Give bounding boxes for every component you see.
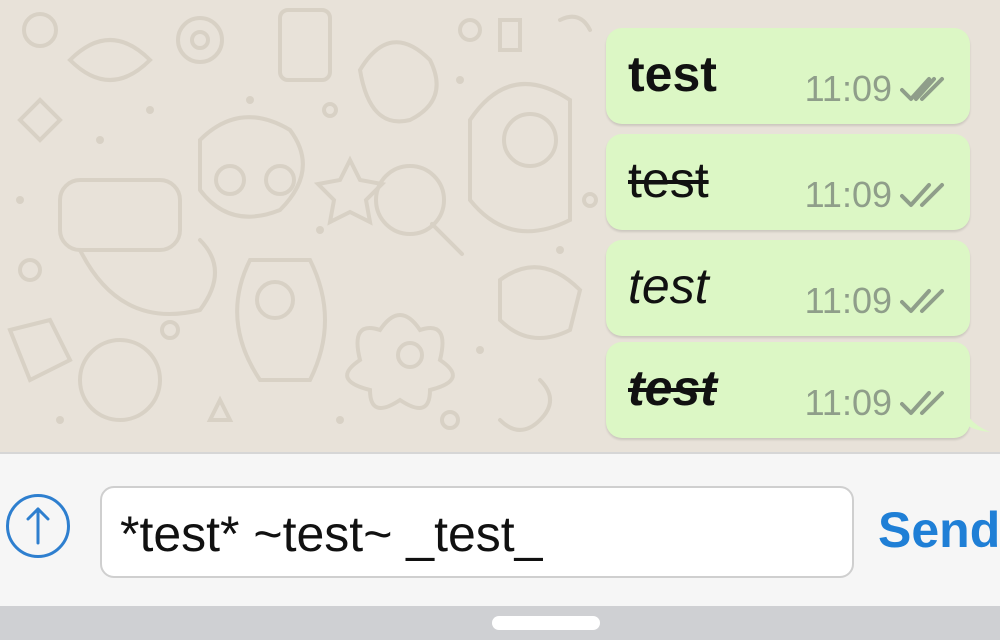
bubble-tail — [958, 394, 990, 432]
message-bubble[interactable]: test 11:09 — [606, 134, 970, 230]
message-meta: 11:09 — [805, 280, 946, 322]
message-bubble[interactable]: test 11:09 — [606, 342, 990, 438]
home-indicator-bar — [0, 606, 1000, 640]
message-meta: 11:09 — [805, 68, 946, 110]
message-time: 11:09 — [804, 382, 892, 423]
double-check-icon — [900, 289, 944, 313]
home-indicator[interactable] — [492, 616, 600, 630]
double-check-icon — [900, 77, 944, 101]
message-meta: 11:09 — [805, 174, 946, 216]
message-text: test — [628, 360, 717, 416]
message-meta: 11:09 — [805, 382, 946, 424]
message-input[interactable]: *test* ~test~ _test_ — [100, 486, 854, 578]
chat-screen: test 11:09 test 11:09 test 11:09 test 11… — [0, 0, 1000, 640]
message-text: test — [628, 258, 709, 314]
message-input-value: *test* ~test~ _test_ — [120, 506, 543, 562]
message-text: test — [628, 46, 717, 102]
message-bubble[interactable]: test 11:09 — [606, 28, 970, 124]
message-composer: *test* ~test~ _test_ Send — [0, 452, 1000, 606]
message-time: 11:09 — [804, 68, 892, 109]
message-bubble[interactable]: test 11:09 — [606, 240, 970, 336]
message-text: test — [628, 152, 709, 208]
send-button[interactable]: Send — [878, 500, 1000, 560]
double-check-icon — [900, 183, 944, 207]
message-time: 11:09 — [804, 280, 892, 321]
double-check-icon — [900, 391, 944, 415]
message-time: 11:09 — [804, 174, 892, 215]
attach-button[interactable] — [6, 494, 70, 558]
chat-message-area[interactable]: test 11:09 test 11:09 test 11:09 test 11… — [0, 0, 1000, 452]
arrow-up-circle-icon — [26, 507, 50, 545]
